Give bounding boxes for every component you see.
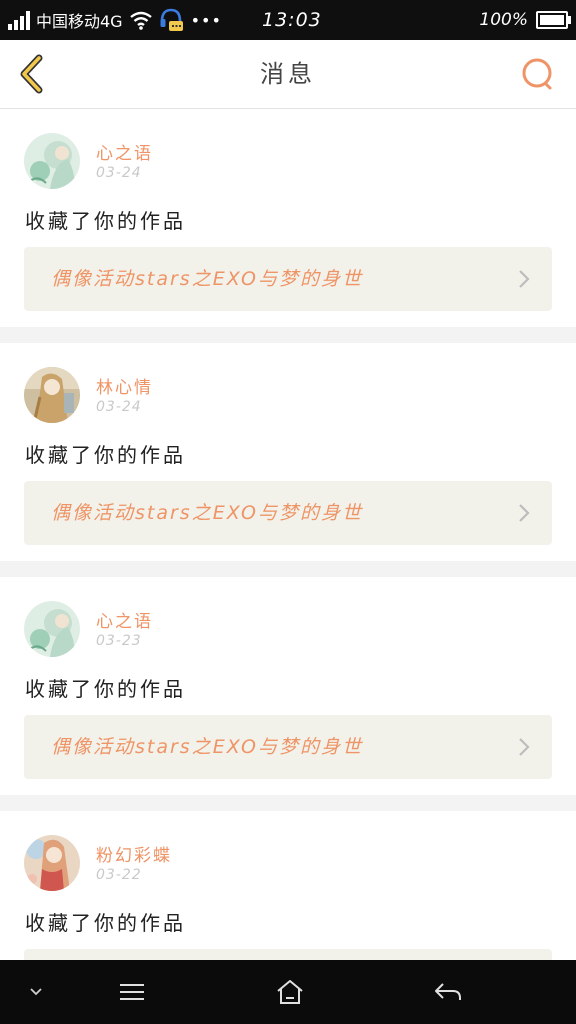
back-button[interactable] [12,52,52,96]
home-icon [277,980,303,1004]
battery-percent: 100% [479,10,528,30]
nav-collapse-button[interactable] [16,960,56,1024]
screen: 中国移动4G ••• 13:03 100% 消息 心之语 03-24 收藏了你的… [0,0,576,1024]
status-left: 中国移动4G ••• [8,0,222,40]
more-dots: ••• [190,10,222,30]
notification-list[interactable]: 心之语 03-24 收藏了你的作品 偶像活动stars之EXO与梦的身世 林心情… [0,109,576,960]
chevron-right-icon [519,504,530,522]
system-nav-bar [0,960,576,1024]
notification-card: 心之语 03-23 收藏了你的作品 偶像活动stars之EXO与梦的身世 [0,577,576,795]
chevron-right-icon [519,738,530,756]
work-title: 偶像活动stars之EXO与梦的身世 [51,736,364,758]
nav-home-button[interactable] [268,960,312,1024]
search-button[interactable] [520,56,556,92]
timestamp: 03-23 [96,633,142,649]
username[interactable]: 心之语 [96,139,153,164]
notification-card: 粉幻彩蝶 03-22 收藏了你的作品 [0,811,576,960]
menu-icon [120,984,144,1000]
work-link[interactable]: 偶像活动stars之EXO与梦的身世 [24,481,552,545]
chevron-right-icon [519,270,530,288]
battery-icon [536,11,571,29]
wifi-icon [129,10,153,30]
work-link[interactable]: 偶像活动stars之EXO与梦的身世 [24,247,552,311]
app-header: 消息 [0,40,576,109]
action-text: 收藏了你的作品 [25,209,186,233]
notification-card: 心之语 03-24 收藏了你的作品 偶像活动stars之EXO与梦的身世 [0,109,576,327]
work-title: 偶像活动stars之EXO与梦的身世 [51,502,364,524]
avatar[interactable] [24,133,80,189]
timestamp: 03-22 [96,867,142,883]
action-text: 收藏了你的作品 [25,677,186,701]
clock: 13:03 [262,9,322,31]
status-bar: 中国移动4G ••• 13:03 100% [0,0,576,40]
action-text: 收藏了你的作品 [25,911,186,935]
username[interactable]: 林心情 [96,373,153,398]
action-text: 收藏了你的作品 [25,443,186,467]
nav-back-button[interactable] [426,960,470,1024]
page-title: 消息 [260,60,316,88]
status-right: 100% [479,0,571,40]
username[interactable]: 心之语 [96,607,153,632]
avatar[interactable] [24,601,80,657]
avatar[interactable] [24,367,80,423]
search-icon [522,58,552,90]
chevron-left-icon [20,54,43,94]
username[interactable]: 粉幻彩蝶 [96,841,172,866]
back-icon [435,983,461,1000]
nav-menu-button[interactable] [110,960,154,1024]
timestamp: 03-24 [96,399,142,415]
timestamp: 03-24 [96,165,142,181]
work-link[interactable]: 偶像活动stars之EXO与梦的身世 [24,715,552,779]
carrier-label: 中国移动4G [36,12,123,31]
avatar[interactable] [24,835,80,891]
signal-icon [8,10,30,30]
notification-card: 林心情 03-24 收藏了你的作品 偶像活动stars之EXO与梦的身世 [0,343,576,561]
chevron-down-icon [30,988,42,996]
work-title: 偶像活动stars之EXO与梦的身世 [51,268,364,290]
work-link[interactable] [24,949,552,960]
notification-bubble-icon [159,7,185,33]
